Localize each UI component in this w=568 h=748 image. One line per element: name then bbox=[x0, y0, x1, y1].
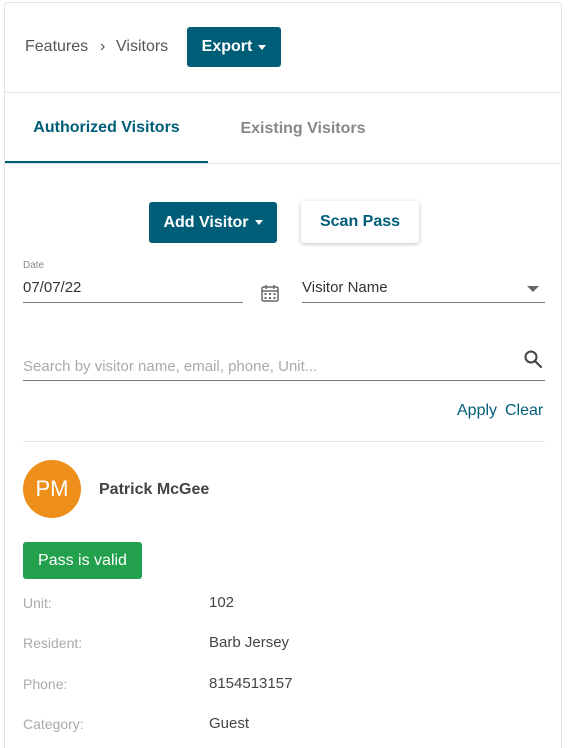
search-input[interactable] bbox=[23, 353, 513, 379]
breadcrumb-features[interactable]: Features bbox=[25, 38, 88, 56]
export-label: Export bbox=[201, 38, 253, 55]
scan-pass-button[interactable]: Scan Pass bbox=[301, 201, 419, 243]
pass-status-badge: Pass is valid bbox=[23, 542, 142, 579]
phone-value: 8154513157 bbox=[209, 675, 293, 692]
apply-link[interactable]: Apply bbox=[457, 402, 497, 420]
date-label: Date bbox=[23, 260, 45, 271]
clear-link[interactable]: Clear bbox=[505, 402, 543, 420]
export-button[interactable]: Export bbox=[187, 27, 281, 67]
search-underline bbox=[23, 380, 545, 381]
phone-label: Phone: bbox=[23, 676, 68, 692]
tab-bar: Authorized Visitors Existing Visitors bbox=[5, 94, 561, 164]
calendar-icon[interactable] bbox=[260, 283, 280, 303]
avatar: PM bbox=[23, 460, 81, 518]
tab-authorized-visitors[interactable]: Authorized Visitors bbox=[5, 94, 208, 163]
category-label: Category: bbox=[23, 716, 84, 732]
divider bbox=[23, 441, 545, 442]
date-field[interactable]: 07/07/22 bbox=[23, 279, 81, 296]
date-underline bbox=[23, 302, 243, 303]
dropdown-arrow-icon[interactable] bbox=[527, 286, 539, 292]
page-header: Features › Visitors Export bbox=[5, 3, 561, 93]
select-underline bbox=[302, 302, 545, 303]
visitor-name-select[interactable]: Visitor Name bbox=[302, 279, 388, 296]
visitor-name[interactable]: Patrick McGee bbox=[99, 481, 209, 499]
visitors-card: Features › Visitors Export Authorized Vi… bbox=[4, 2, 562, 748]
caret-down-icon bbox=[254, 220, 263, 225]
add-visitor-button[interactable]: Add Visitor bbox=[149, 202, 277, 243]
add-visitor-label: Add Visitor bbox=[163, 213, 249, 231]
unit-value: 102 bbox=[209, 594, 235, 611]
tab-existing-visitors[interactable]: Existing Visitors bbox=[208, 94, 398, 164]
resident-label: Resident: bbox=[23, 635, 83, 651]
caret-down-icon bbox=[258, 44, 267, 50]
resident-value: Barb Jersey bbox=[209, 634, 290, 651]
breadcrumb-visitors: Visitors bbox=[116, 38, 169, 55]
category-value: Guest bbox=[209, 715, 250, 732]
breadcrumb-separator: › bbox=[100, 38, 106, 55]
unit-label: Unit: bbox=[23, 595, 52, 611]
search-icon[interactable] bbox=[523, 349, 543, 369]
